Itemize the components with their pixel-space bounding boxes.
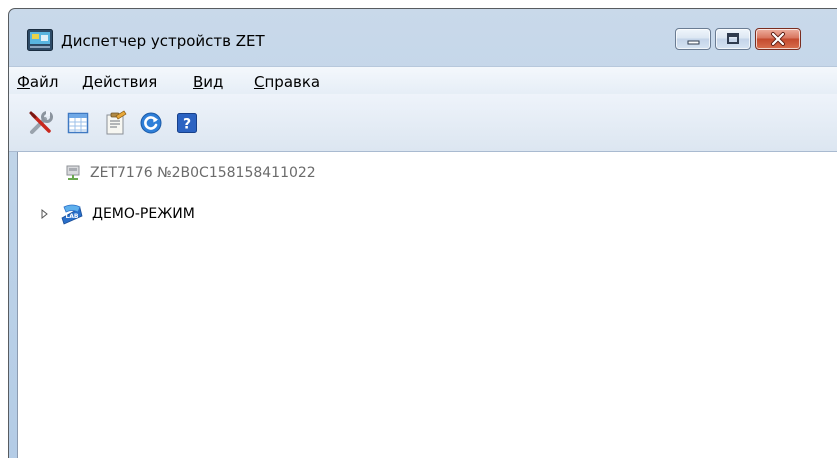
minimize-button[interactable] xyxy=(675,28,711,50)
svg-text:?: ? xyxy=(183,117,191,133)
refresh-icon xyxy=(140,112,162,134)
tree-item-demo-mode[interactable]: LAB ДЕМО-РЕЖИМ xyxy=(40,203,195,225)
menu-file-rest: айл xyxy=(29,73,59,91)
table-view-icon xyxy=(67,112,89,134)
tree-item-label: ДЕМО-РЕЖИМ xyxy=(92,206,195,222)
close-button[interactable] xyxy=(755,28,801,50)
properties-button[interactable] xyxy=(101,109,129,137)
tree-item-label: ZET7176 №2B0C158158411022 xyxy=(90,165,316,181)
help-icon: ? xyxy=(177,113,197,133)
menu-help-rest: правка xyxy=(264,73,321,91)
caption-buttons xyxy=(675,28,801,52)
properties-icon xyxy=(106,110,127,135)
demo-mode-icon: LAB xyxy=(61,204,83,225)
toolbar: ? xyxy=(9,94,837,152)
close-icon xyxy=(771,32,785,46)
device-tree[interactable]: ZET7176 №2B0C158158411022 LAB ДЕМО-РЕЖИМ xyxy=(17,152,837,458)
title-bar[interactable]: Диспетчер устройств ZET xyxy=(9,9,837,66)
expand-arrow-icon[interactable] xyxy=(40,208,50,220)
help-button[interactable]: ? xyxy=(173,109,201,137)
menu-view[interactable]: Вид xyxy=(193,73,223,91)
tools-icon xyxy=(29,111,53,134)
maximize-icon xyxy=(727,33,739,44)
app-window: Диспетчер устройств ZET Файл Действия Ви… xyxy=(8,8,837,458)
menu-bar: Файл Действия Вид Справка xyxy=(9,66,837,95)
svg-text:LAB: LAB xyxy=(65,213,78,220)
menu-actions-rest: ействия xyxy=(93,73,158,91)
network-device-icon xyxy=(66,165,80,180)
minimize-icon xyxy=(687,40,700,45)
refresh-button[interactable] xyxy=(137,109,165,137)
tree-item-zet7176[interactable]: ZET7176 №2B0C158158411022 xyxy=(64,162,316,184)
window-title: Диспетчер устройств ZET xyxy=(61,32,265,50)
maximize-button[interactable] xyxy=(715,28,751,50)
menu-actions[interactable]: Действия xyxy=(82,73,157,91)
menu-help[interactable]: Справка xyxy=(254,73,320,91)
menu-file[interactable]: Файл xyxy=(17,73,58,91)
table-view-button[interactable] xyxy=(64,109,92,137)
tools-button[interactable] xyxy=(27,109,55,137)
menu-view-rest: ид xyxy=(203,73,224,91)
app-icon xyxy=(27,29,53,51)
